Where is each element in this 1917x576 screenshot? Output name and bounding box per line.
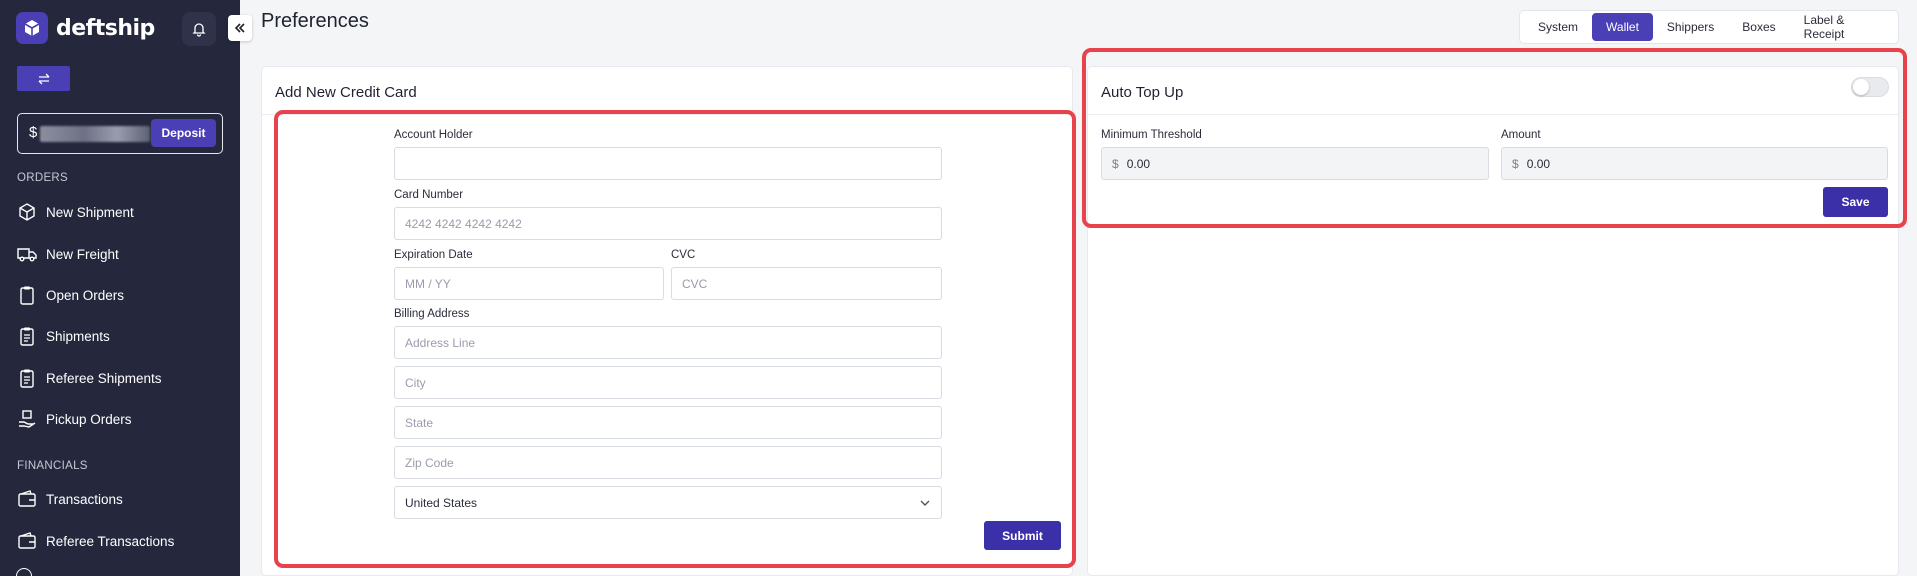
auto-top-up-toggle[interactable] — [1851, 77, 1889, 97]
box-icon — [19, 203, 35, 221]
credit-card-title: Add New Credit Card — [275, 84, 417, 101]
section-label-orders: ORDERS — [17, 172, 69, 184]
tab-system[interactable]: System — [1524, 13, 1592, 41]
deposit-button[interactable]: Deposit — [151, 119, 216, 147]
nav-label: Referee Shipments — [46, 370, 162, 386]
amount-value: 0.00 — [1526, 156, 1551, 171]
nav-label: Open Orders — [46, 287, 125, 303]
switch-account-button[interactable] — [17, 66, 70, 91]
country-select[interactable]: United States — [394, 486, 942, 519]
tab-shippers[interactable]: Shippers — [1653, 13, 1728, 41]
balance-currency: $ — [29, 124, 38, 141]
tab-label-receipt[interactable]: Label & Receipt — [1790, 13, 1894, 41]
partial-nav-icon — [16, 568, 32, 576]
wallet-icon — [18, 532, 36, 549]
nav-label: Referee Transactions — [46, 533, 175, 549]
tab-boxes[interactable]: Boxes — [1728, 13, 1789, 41]
expiration-date-input[interactable]: MM / YY — [394, 267, 664, 300]
balance-amount-redacted — [40, 126, 150, 142]
account-holder-input[interactable] — [394, 147, 942, 180]
nav-label: Pickup Orders — [46, 411, 132, 427]
notifications-button[interactable] — [182, 12, 216, 46]
auto-top-up-title: Auto Top Up — [1101, 84, 1184, 101]
clipboard-icon — [20, 286, 34, 305]
truck-icon — [17, 248, 37, 262]
card-number-input[interactable]: 4242 4242 4242 4242 — [394, 207, 942, 240]
account-holder-label: Account Holder — [394, 129, 473, 141]
nav-new-shipment[interactable]: New Shipment — [16, 199, 134, 225]
divider — [262, 114, 1072, 115]
nav-new-freight[interactable]: New Freight — [16, 241, 119, 267]
state-input[interactable]: State — [394, 406, 942, 439]
nav-label: New Freight — [46, 246, 119, 262]
country-select-value: United States — [405, 495, 478, 510]
nav-label: New Shipment — [46, 204, 134, 220]
credit-card-panel: Add New Credit Card Account Holder Card … — [261, 66, 1073, 576]
brand-logo[interactable]: deftship — [16, 12, 155, 44]
nav-open-orders[interactable]: Open Orders — [16, 282, 124, 308]
collapse-sidebar-button[interactable] — [228, 15, 252, 41]
sidebar: deftship $ Deposit ORDERS New Shipment N… — [0, 0, 240, 576]
preferences-tabs: System Wallet Shippers Boxes Label & Rec… — [1519, 10, 1899, 44]
address-line-input[interactable]: Address Line — [394, 326, 942, 359]
bell-icon — [192, 23, 206, 37]
cvc-input[interactable]: CVC — [671, 267, 942, 300]
minimum-threshold-label: Minimum Threshold — [1101, 129, 1202, 141]
hand-box-icon — [19, 410, 36, 428]
nav-pickup-orders[interactable]: Pickup Orders — [16, 406, 132, 432]
nav-label: Shipments — [46, 328, 110, 344]
card-number-label: Card Number — [394, 189, 464, 201]
divider — [1088, 114, 1898, 115]
cvc-label: CVC — [671, 249, 696, 261]
submit-button[interactable]: Submit — [984, 521, 1061, 550]
auto-top-up-panel: Auto Top Up Minimum Threshold $ 0.00 Amo… — [1087, 66, 1899, 576]
clipboard-list-icon — [20, 327, 34, 346]
save-button[interactable]: Save — [1823, 187, 1888, 217]
swap-arrows-icon — [38, 73, 49, 84]
page-title: Preferences — [261, 10, 369, 32]
brand-name: deftship — [56, 15, 155, 41]
balance-widget: $ Deposit — [17, 113, 223, 154]
nav-referee-shipments[interactable]: Referee Shipments — [16, 365, 162, 391]
expiration-date-label: Expiration Date — [394, 249, 473, 261]
zip-code-input[interactable]: Zip Code — [394, 446, 942, 479]
city-input[interactable]: City — [394, 366, 942, 399]
double-chevron-left-icon — [234, 23, 245, 33]
billing-address-label: Billing Address — [394, 308, 470, 320]
currency-symbol: $ — [1112, 156, 1119, 171]
tab-wallet[interactable]: Wallet — [1592, 13, 1653, 41]
toggle-knob — [1853, 79, 1869, 95]
currency-symbol: $ — [1512, 156, 1519, 171]
minimum-threshold-input[interactable]: $ 0.00 — [1101, 147, 1489, 180]
amount-input[interactable]: $ 0.00 — [1501, 147, 1888, 180]
cube-logo-icon — [16, 12, 48, 44]
nav-shipments[interactable]: Shipments — [16, 323, 110, 349]
section-label-financials: FINANCIALS — [17, 460, 88, 472]
amount-label: Amount — [1501, 129, 1541, 141]
wallet-icon — [18, 490, 36, 507]
nav-transactions[interactable]: Transactions — [16, 486, 123, 512]
nav-label: Transactions — [46, 491, 123, 507]
clipboard-list-icon — [20, 369, 34, 388]
nav-referee-transactions[interactable]: Referee Transactions — [16, 528, 174, 554]
minimum-threshold-value: 0.00 — [1126, 156, 1151, 171]
chevron-down-icon — [920, 500, 930, 506]
